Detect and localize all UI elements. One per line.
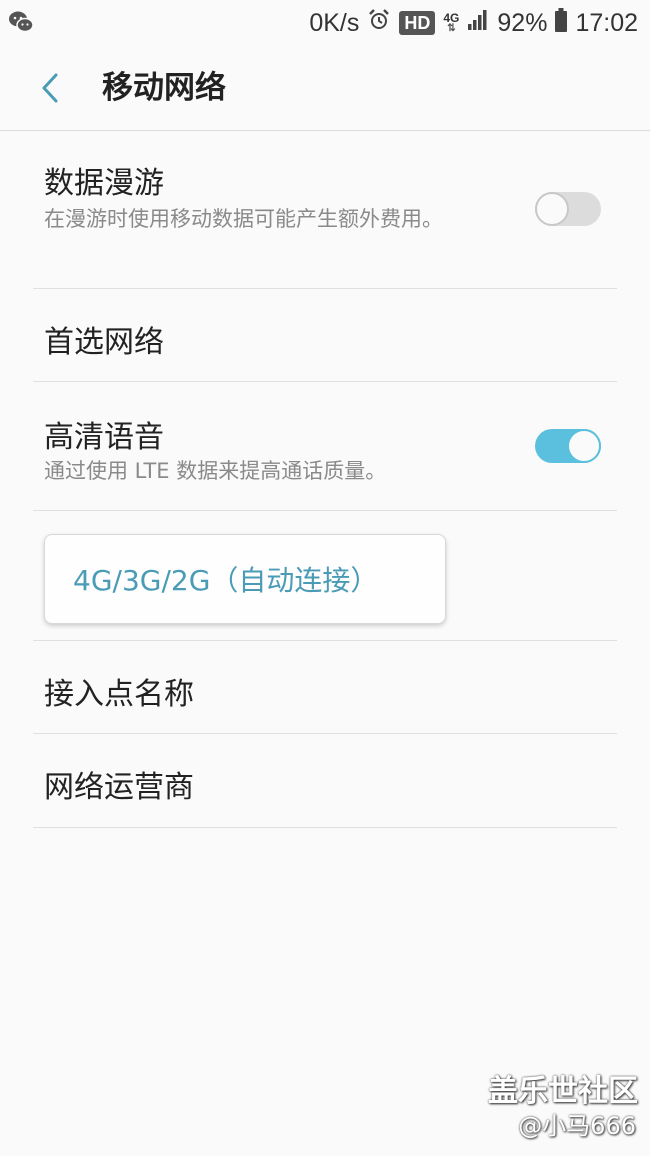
apn-row[interactable]: 接入点名称 bbox=[33, 641, 617, 734]
toggle-knob bbox=[567, 429, 601, 463]
chevron-left-icon bbox=[42, 73, 58, 103]
network-mode-option[interactable]: 4G/3G/2G（自动连接） bbox=[73, 559, 378, 599]
battery-icon bbox=[555, 7, 568, 39]
wechat-icon bbox=[8, 10, 34, 34]
app-header: 移动网络 bbox=[0, 46, 650, 131]
watermark-user: @小马666 bbox=[518, 1112, 636, 1140]
network-operators-row[interactable]: 网络运营商 bbox=[33, 734, 617, 828]
hd-voice-toggle[interactable] bbox=[535, 429, 601, 463]
data-roaming-title: 数据漫游 bbox=[44, 166, 164, 201]
clock: 17:02 bbox=[575, 8, 638, 37]
network-operators-title: 网络运营商 bbox=[44, 770, 194, 805]
hd-voice-subtitle: 通过使用 LTE 数据来提高通话质量。 bbox=[44, 459, 387, 483]
network-mode-dropdown[interactable]: 4G/3G/2G（自动连接） bbox=[44, 534, 446, 624]
preferred-network-title: 首选网络 bbox=[44, 325, 164, 360]
preferred-network-row[interactable]: 首选网络 bbox=[33, 289, 617, 382]
status-bar: 0K/s HD 4G ⇅ 92% 17:02 bbox=[0, 0, 650, 46]
battery-level: 92% bbox=[497, 8, 548, 37]
back-button[interactable] bbox=[30, 68, 70, 108]
data-roaming-toggle[interactable] bbox=[535, 192, 601, 226]
data-arrows-icon: ⇅ bbox=[447, 23, 456, 34]
alarm-icon bbox=[367, 8, 391, 39]
data-roaming-subtitle: 在漫游时使用移动数据可能产生额外费用。 bbox=[44, 207, 443, 231]
hd-badge: HD bbox=[399, 11, 436, 35]
network-type-indicator: 4G ⇅ bbox=[443, 12, 459, 34]
toggle-knob bbox=[535, 192, 569, 226]
signal-icon bbox=[467, 9, 489, 38]
net-speed: 0K/s bbox=[309, 8, 360, 37]
data-roaming-row[interactable]: 数据漫游 在漫游时使用移动数据可能产生额外费用。 bbox=[33, 130, 617, 289]
watermark-site: 盖乐世社区 bbox=[488, 1074, 638, 1109]
page-title: 移动网络 bbox=[102, 70, 226, 106]
status-indicators: 0K/s HD 4G ⇅ 92% 17:02 bbox=[309, 0, 638, 46]
hd-voice-row[interactable]: 高清语音 通过使用 LTE 数据来提高通话质量。 bbox=[33, 382, 617, 511]
apn-title: 接入点名称 bbox=[44, 677, 194, 712]
hd-voice-title: 高清语音 bbox=[44, 420, 164, 455]
